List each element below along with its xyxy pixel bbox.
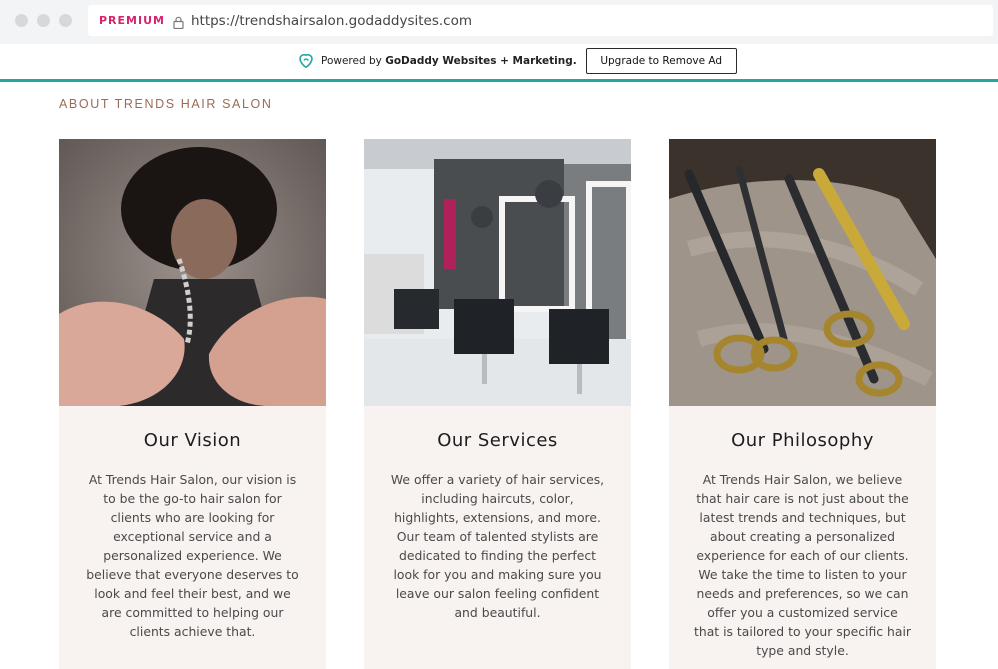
card-our-vision: Our Vision At Trends Hair Salon, our vis… — [59, 139, 326, 669]
powered-brand[interactable]: GoDaddy Websites + Marketing. — [385, 55, 577, 67]
premium-badge: PREMIUM — [99, 14, 165, 27]
window-controls — [15, 14, 72, 27]
section-title: ABOUT TRENDS HAIR SALON — [59, 97, 273, 111]
card-title: Our Vision — [143, 430, 242, 451]
lock-icon — [173, 14, 184, 30]
browser-chrome: PREMIUM https://trendshairsalon.godaddys… — [0, 0, 998, 44]
card-title: Our Services — [437, 430, 558, 451]
card-text: We offer a variety of hair services, inc… — [390, 472, 605, 620]
url-text[interactable]: https://trendshairsalon.godaddysites.com — [191, 13, 472, 29]
powered-by-text: Powered by GoDaddy Websites + Marketing. — [321, 55, 577, 67]
powered-prefix: Powered by — [321, 55, 386, 67]
upgrade-to-remove-ad-button[interactable]: Upgrade to Remove Ad — [585, 48, 737, 74]
philosophy-photo — [669, 139, 936, 406]
card-title: Our Philosophy — [731, 430, 874, 451]
card-our-services: Our Services We offer a variety of hair … — [364, 139, 631, 669]
services-photo — [364, 139, 631, 406]
ad-content: Powered by GoDaddy Websites + Marketing.… — [298, 47, 737, 75]
godaddy-logo-icon — [298, 53, 314, 69]
card-text: At Trends Hair Salon, we believe that ha… — [693, 472, 912, 658]
address-bar[interactable]: PREMIUM https://trendshairsalon.godaddys… — [88, 5, 993, 36]
maximize-window-dot[interactable] — [59, 14, 72, 27]
card-our-philosophy: Our Philosophy At Trends Hair Salon, we … — [669, 139, 936, 669]
ad-bar: Powered by GoDaddy Websites + Marketing.… — [0, 44, 998, 82]
card-text: At Trends Hair Salon, our vision is to b… — [86, 472, 299, 639]
vision-photo — [59, 139, 326, 406]
close-window-dot[interactable] — [15, 14, 28, 27]
minimize-window-dot[interactable] — [37, 14, 50, 27]
